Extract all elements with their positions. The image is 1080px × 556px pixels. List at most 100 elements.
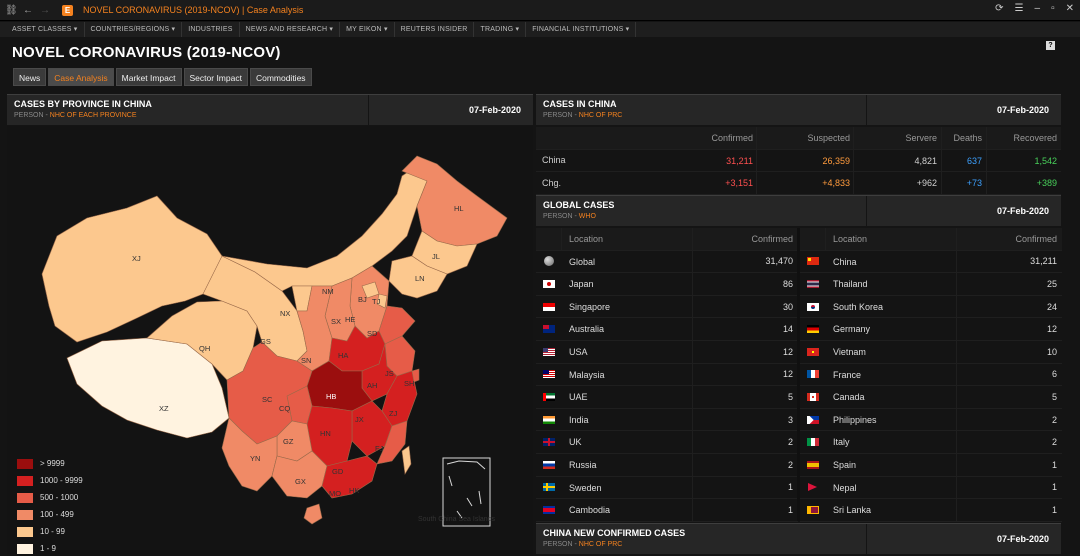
province-label-gx: GX: [295, 477, 306, 486]
recovered-change: +389: [1036, 178, 1057, 188]
flag-column-header: [800, 228, 826, 250]
confirmed-header[interactable]: Confirmed: [693, 228, 798, 250]
table-row[interactable]: UAE 5: [536, 386, 798, 409]
flag-cell: [536, 438, 562, 447]
confirmed-cell: 5: [1051, 391, 1057, 402]
menu-industries[interactable]: INDUSTRIES: [182, 22, 240, 37]
table-row[interactable]: Italy 2: [800, 431, 1062, 454]
back-arrow-icon[interactable]: ←: [22, 5, 34, 16]
tab-case-analysis[interactable]: Case Analysis: [48, 68, 114, 86]
province-label-ha: HA: [338, 351, 348, 360]
header-suspected[interactable]: Suspected: [757, 127, 854, 149]
location-cell: Global: [562, 250, 693, 273]
flag-cell: [536, 483, 562, 492]
russia-flag-icon: [543, 460, 555, 469]
table-row[interactable]: USA 12: [536, 340, 798, 364]
link-icon[interactable]: ⛓: [5, 5, 18, 16]
servere-change: +962: [854, 172, 942, 194]
flag-cell: [800, 302, 826, 311]
location-cell: Spain: [826, 453, 957, 476]
province-label-zj: ZJ: [389, 409, 398, 418]
table-row[interactable]: Malaysia 12: [536, 363, 798, 387]
table-row[interactable]: UK 2: [536, 431, 798, 454]
table-row[interactable]: Nepal 1: [800, 476, 1062, 500]
province-label-gs: GS: [260, 337, 271, 346]
table-row[interactable]: Global 31,470: [536, 250, 798, 274]
table-row[interactable]: Sweden 1: [536, 476, 798, 500]
table-row[interactable]: Singapore 30: [536, 295, 798, 319]
table-row[interactable]: France 6: [800, 363, 1062, 387]
header-recovered[interactable]: Recovered: [987, 127, 1061, 149]
header-deaths[interactable]: Deaths: [942, 127, 987, 149]
tab-commodities[interactable]: Commodities: [249, 68, 312, 86]
table-row[interactable]: Australia 14: [536, 318, 798, 341]
table-row[interactable]: Germany 12: [800, 318, 1062, 341]
menu-countries-regions[interactable]: COUNTRIES/REGIONS ▾: [85, 22, 183, 37]
province-label-jx: JX: [355, 415, 364, 424]
table-row[interactable]: Russia 2: [536, 453, 798, 477]
confirmed-header[interactable]: Confirmed: [957, 228, 1062, 250]
tab-news[interactable]: News: [13, 68, 47, 86]
table-row[interactable]: Thailand 25: [800, 273, 1062, 296]
uae-flag-icon: [543, 392, 555, 401]
location-cell: Thailand: [826, 273, 957, 295]
flag-cell: [536, 302, 562, 311]
row-label: Chg.: [542, 177, 562, 188]
location-cell: Cambodia: [562, 499, 693, 521]
menu-financial-institutions[interactable]: FINANCIAL INSTITUTIONS ▾: [526, 22, 637, 37]
close-icon[interactable]: ✕: [1066, 3, 1074, 14]
location-cell: Singapore: [562, 295, 693, 318]
table-row[interactable]: China 31,211: [800, 250, 1062, 274]
menu-icon[interactable]: ☰: [1015, 3, 1024, 14]
confirmed-cell: 5: [787, 391, 793, 402]
restore-icon[interactable]: ▫: [1051, 3, 1055, 14]
flag-cell: [800, 460, 826, 469]
province-tw[interactable]: [401, 445, 412, 475]
location-cell: South Korea: [826, 295, 957, 318]
table-row[interactable]: Philippines 2: [800, 408, 1062, 432]
flag-cell: [800, 370, 826, 379]
globe-icon: [544, 256, 554, 267]
province-label-hb: HB: [326, 392, 336, 401]
table-row[interactable]: Spain 1: [800, 453, 1062, 477]
confirmed-cell: 10: [1046, 346, 1057, 357]
menu-reuters-insider[interactable]: REUTERS INSIDER: [395, 22, 475, 37]
location-cell: Philippines: [826, 408, 957, 431]
map-panel-title: CASES BY PROVINCE IN CHINA: [14, 99, 152, 109]
menu-asset-classes[interactable]: ASSET CLASSES ▾: [6, 22, 85, 37]
table-row[interactable]: Japan 86: [536, 273, 798, 296]
table-row[interactable]: South Korea 24: [800, 295, 1062, 319]
table-row[interactable]: India 3: [536, 408, 798, 432]
table-row[interactable]: Canada 5: [800, 386, 1062, 409]
title-bar: ⛓ ← → E NOVEL CORONAVIRUS (2019-NCOV) | …: [0, 0, 1080, 21]
italy-flag-icon: [807, 438, 819, 447]
location-header[interactable]: Location: [562, 228, 693, 250]
tab-market-impact[interactable]: Market Impact: [115, 68, 182, 86]
help-icon[interactable]: ?: [1046, 41, 1055, 50]
forward-arrow-icon[interactable]: →: [39, 5, 51, 16]
menu-my-eikon[interactable]: MY EIKON ▾: [340, 22, 395, 37]
province-label-sh: SH: [404, 379, 414, 388]
header-servere[interactable]: Servere: [854, 127, 942, 149]
table-row[interactable]: Sri Lanka 1: [800, 499, 1062, 522]
location-header[interactable]: Location: [826, 228, 957, 250]
refresh-icon[interactable]: ⟳: [995, 3, 1003, 14]
legend-label: 1000 - 9999: [40, 476, 83, 485]
china-cases-table: Confirmed Suspected Servere Deaths Recov…: [536, 127, 1061, 195]
table-row: China 31,211 26,359 4,821 637 1,542: [536, 149, 1061, 172]
menu-news-and-research[interactable]: NEWS AND RESEARCH ▾: [240, 22, 341, 37]
header-confirmed[interactable]: Confirmed: [664, 127, 757, 149]
table-row[interactable]: Vietnam 10: [800, 340, 1062, 364]
inset-coast: [446, 460, 486, 519]
minimize-icon[interactable]: –: [1035, 3, 1041, 14]
province-label-mo: MO: [329, 489, 341, 498]
table-row[interactable]: Cambodia 1: [536, 499, 798, 522]
province-label-js: JS: [385, 369, 394, 378]
tab-sector-impact[interactable]: Sector Impact: [183, 68, 248, 86]
uk-flag-icon: [543, 438, 555, 447]
legend-item: > 9999: [17, 455, 83, 472]
menu-trading[interactable]: TRADING ▾: [474, 22, 527, 37]
map-panel-source: PERSON - NHC OF EACH PROVINCE: [14, 112, 137, 119]
province-hi[interactable]: [303, 503, 323, 525]
legend-swatch: [17, 492, 33, 503]
